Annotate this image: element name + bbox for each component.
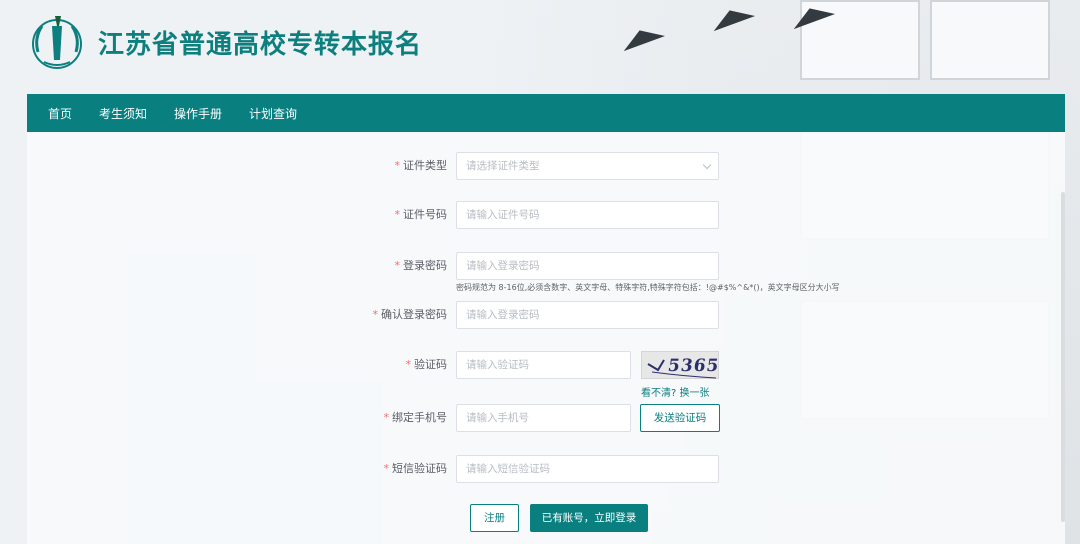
- confirm-password-label: * 确认登录密码: [372, 308, 448, 321]
- login-button[interactable]: 已有账号，立即登录: [530, 504, 648, 532]
- id-number-label: * 证件号码: [394, 208, 448, 221]
- sms-code-label: * 短信验证码: [383, 462, 448, 475]
- form-row-phone: * 绑定手机号 请输入手机号: [27, 404, 1065, 434]
- header: 江苏省普通高校专转本报名: [0, 0, 1080, 94]
- send-code-button[interactable]: 发送验证码: [640, 404, 720, 432]
- password-label: * 登录密码: [394, 259, 448, 272]
- form-row-id-type: * 证件类型 请选择证件类型: [27, 152, 1065, 182]
- id-type-select[interactable]: 请选择证件类型: [456, 152, 719, 180]
- site-title: 江苏省普通高校专转本报名: [98, 30, 423, 60]
- form-row-sms-code: * 短信验证码 请输入短信验证码: [27, 455, 1065, 485]
- password-rule-hint: 密码规范为 8-16位,必须含数字、英文字母、特殊字符,特殊字符包括：!@#$%…: [456, 283, 840, 292]
- nav-item-plan-query[interactable]: 计划查询: [249, 105, 297, 122]
- form-row-id-number: * 证件号码 请输入证件号码: [27, 201, 1065, 231]
- phone-input[interactable]: 请输入手机号: [456, 404, 631, 432]
- scrollbar[interactable]: [1061, 192, 1065, 522]
- nav-bar: 首页 考生须知 操作手册 计划查询: [27, 94, 1065, 132]
- captcha-label: * 验证码: [405, 358, 448, 371]
- nav-item-notice[interactable]: 考生须知: [99, 105, 147, 122]
- captcha-unclear-text: 看不清?: [641, 388, 677, 399]
- form-row-confirm-password: * 确认登录密码 请输入登录密码: [27, 301, 1065, 331]
- captcha-input[interactable]: 请输入验证码: [456, 351, 631, 379]
- nav-item-home[interactable]: 首页: [48, 105, 72, 122]
- school-emblem-icon: [32, 16, 82, 69]
- register-button[interactable]: 注册: [470, 504, 519, 532]
- captcha-code: 5365: [666, 356, 721, 376]
- captcha-refresh-link[interactable]: 换一张: [680, 388, 710, 399]
- nav-item-manual[interactable]: 操作手册: [174, 105, 222, 122]
- phone-label: * 绑定手机号: [383, 411, 448, 424]
- captcha-refresh: 看不清? 换一张: [641, 384, 710, 399]
- password-input[interactable]: 请输入登录密码: [456, 252, 719, 280]
- id-number-input[interactable]: 请输入证件号码: [456, 201, 719, 229]
- id-type-label: * 证件类型: [394, 159, 448, 172]
- confirm-password-input[interactable]: 请输入登录密码: [456, 301, 719, 329]
- id-type-placeholder: 请选择证件类型: [466, 160, 540, 172]
- register-form-panel: * 证件类型 请选择证件类型 * 证件号码 请输入证件号码 * 登录密码 请输入登录密…: [27, 132, 1065, 544]
- captcha-image[interactable]: 5365: [641, 351, 721, 379]
- form-row-captcha: * 验证码 请输入验证码: [27, 351, 1065, 381]
- sms-code-input[interactable]: 请输入短信验证码: [456, 455, 719, 483]
- form-row-password: * 登录密码 请输入登录密码: [27, 252, 1065, 282]
- chevron-down-icon: [702, 160, 712, 170]
